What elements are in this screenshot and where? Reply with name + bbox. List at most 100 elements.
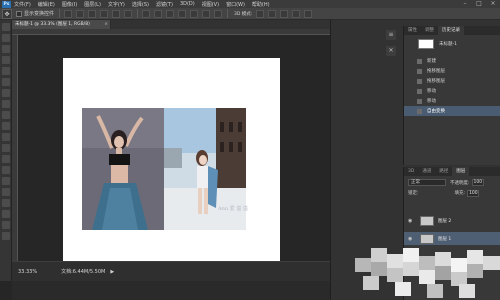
hand-tool-icon[interactable] — [2, 221, 10, 229]
history-item[interactable]: 新建 — [404, 56, 500, 66]
zoom-tool-icon[interactable] — [2, 232, 10, 240]
distribute-middle-icon[interactable] — [154, 9, 163, 18]
history-panel: 属性 调整 历史记录 未标题-1 新建 拖移图层 拖移图层 移动 移动 自由变换 — [403, 26, 500, 165]
lock-fill-row: 锁定: 填充: 100 — [408, 189, 500, 197]
blend-mode-select[interactable]: 正常 — [408, 179, 446, 186]
show-transform-checkbox[interactable] — [16, 10, 22, 17]
fill-input[interactable]: 100 — [467, 189, 480, 197]
3d-rotate-icon[interactable] — [256, 9, 265, 18]
healing-tool-icon[interactable] — [2, 89, 10, 97]
move-tool-icon[interactable] — [2, 23, 10, 31]
3d-slide-icon[interactable] — [292, 9, 301, 18]
align-left-icon[interactable] — [100, 9, 109, 18]
menu-view[interactable]: 视图(V) — [202, 1, 219, 8]
3d-pan-icon[interactable] — [280, 9, 289, 18]
history-item[interactable]: 拖移图层 — [404, 76, 500, 86]
distribute-bottom-icon[interactable] — [166, 9, 175, 18]
path-select-tool-icon[interactable] — [2, 199, 10, 207]
bottom-scroll-area[interactable] — [12, 281, 330, 300]
align-right-icon[interactable] — [124, 9, 133, 18]
align-center-icon[interactable] — [112, 9, 121, 18]
history-step-icon — [417, 78, 422, 84]
tools-settings-icon[interactable]: ✕ — [386, 46, 396, 56]
minimize-icon[interactable]: – — [458, 0, 472, 8]
dodge-tool-icon[interactable] — [2, 166, 10, 174]
type-tool-icon[interactable] — [2, 188, 10, 196]
menu-window[interactable]: 窗口(W) — [226, 1, 245, 8]
quick-select-tool-icon[interactable] — [2, 56, 10, 64]
shape-tool-icon[interactable] — [2, 210, 10, 218]
menu-filter[interactable]: 滤镜(T) — [156, 1, 173, 8]
lock-label: 锁定: — [408, 191, 419, 196]
history-snapshot[interactable]: 未标题-1 — [404, 36, 500, 52]
tab-history[interactable]: 历史记录 — [438, 26, 464, 35]
history-item-label: 自由变换 — [427, 109, 445, 114]
tab-paths[interactable]: 路径 — [435, 167, 452, 176]
close-document-icon[interactable]: × — [104, 20, 108, 29]
stamp-tool-icon[interactable] — [2, 111, 10, 119]
align-top-icon[interactable] — [64, 9, 73, 18]
visibility-eye-icon[interactable]: ◉ — [408, 236, 416, 242]
lasso-tool-icon[interactable] — [2, 45, 10, 53]
marquee-tool-icon[interactable] — [2, 34, 10, 42]
history-brush-tool-icon[interactable] — [2, 122, 10, 130]
divider — [137, 9, 139, 18]
tab-3d[interactable]: 3D — [404, 167, 418, 176]
menu-layer[interactable]: 图层(L) — [84, 1, 101, 8]
distribute-left-icon[interactable] — [178, 9, 187, 18]
align-middle-icon[interactable] — [76, 9, 85, 18]
history-item[interactable]: 移动 — [404, 96, 500, 106]
status-bar: 33.33% 文档:6.44M/5.50M ▶ — [12, 261, 330, 281]
history-step-icon — [417, 108, 422, 114]
distribute-right-icon[interactable] — [202, 9, 211, 18]
distribute-center-icon[interactable] — [190, 9, 199, 18]
menu-edit[interactable]: 编辑(E) — [38, 1, 55, 8]
opacity-input[interactable]: 100 — [471, 179, 484, 186]
menu-image[interactable]: 图像(I) — [62, 1, 77, 8]
blur-tool-icon[interactable] — [2, 155, 10, 163]
history-item[interactable]: 拖移图层 — [404, 66, 500, 76]
tab-properties[interactable]: 属性 — [404, 26, 421, 35]
crop-tool-icon[interactable] — [2, 67, 10, 75]
menu-select[interactable]: 选择(S) — [132, 1, 149, 8]
snapshot-label: 未标题-1 — [439, 42, 457, 47]
options-bar: ✥ 显示变换控件 3D 模式: — [0, 8, 500, 20]
history-item-current[interactable]: 自由变换 — [404, 106, 500, 116]
tab-layers[interactable]: 图层 — [452, 167, 470, 176]
eraser-tool-icon[interactable] — [2, 133, 10, 141]
tab-channels[interactable]: 通道 — [418, 167, 435, 176]
menu-type[interactable]: 文字(Y) — [108, 1, 125, 8]
distribute-top-icon[interactable] — [142, 9, 151, 18]
history-panel-tabs: 属性 调整 历史记录 — [404, 26, 500, 35]
photoshop-logo: Ps — [2, 0, 11, 8]
history-panel-icon[interactable]: ≡ — [386, 30, 396, 40]
tab-adjustments[interactable]: 调整 — [421, 26, 438, 35]
brush-tool-icon[interactable] — [2, 100, 10, 108]
3d-roll-icon[interactable] — [268, 9, 277, 18]
visibility-eye-icon[interactable]: ◉ — [408, 218, 416, 224]
document-tab[interactable]: 未标题-1 @ 33.3% (图层 1, RGB/8) × — [12, 20, 111, 29]
close-icon[interactable]: × — [486, 0, 500, 8]
layer-row[interactable]: ◉ 图层 2 — [404, 214, 500, 227]
menu-bar: Ps 文件(F) 编辑(E) 图像(I) 图层(L) 文字(Y) 选择(S) 滤… — [0, 0, 500, 8]
history-item-label: 移动 — [427, 89, 436, 94]
status-menu-arrow-icon[interactable]: ▶ — [110, 269, 114, 275]
eyedropper-tool-icon[interactable] — [2, 78, 10, 86]
align-bottom-icon[interactable] — [88, 9, 97, 18]
layers-panel-tabs: 3D 通道 路径 图层 — [404, 167, 500, 176]
menu-file[interactable]: 文件(F) — [14, 1, 31, 8]
dancer-illustration — [82, 108, 164, 230]
history-item[interactable]: 移动 — [404, 86, 500, 96]
photo-watermark: Ann 爱 溢 溢 — [218, 206, 248, 212]
zoom-level[interactable]: 33.33% — [18, 269, 37, 275]
3d-scale-icon[interactable] — [304, 9, 313, 18]
pen-tool-icon[interactable] — [2, 177, 10, 185]
layer-row-selected[interactable]: ◉ 图层 1 — [404, 232, 500, 245]
menu-3d[interactable]: 3D(D) — [180, 1, 195, 7]
menu-help[interactable]: 帮助(H) — [252, 1, 270, 8]
auto-align-icon[interactable] — [214, 9, 223, 18]
gradient-tool-icon[interactable] — [2, 144, 10, 152]
photo-dancer[interactable] — [82, 108, 164, 230]
move-tool-icon[interactable]: ✥ — [2, 8, 12, 19]
maximize-icon[interactable]: □ — [472, 0, 486, 8]
